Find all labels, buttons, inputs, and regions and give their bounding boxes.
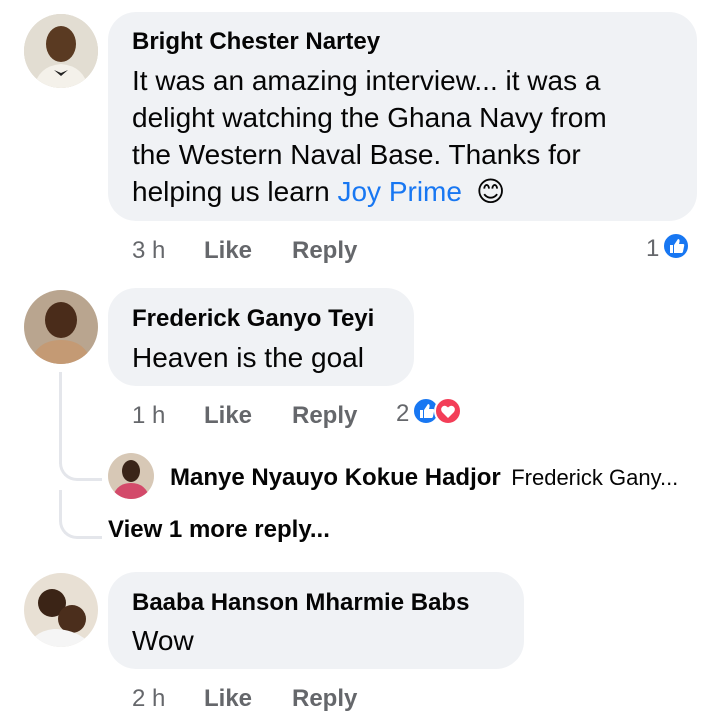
reply-author[interactable]: Manye Nyauyo Kokue Hadjor <box>170 464 501 491</box>
like-button[interactable]: Like <box>204 402 252 430</box>
comment-author[interactable]: Baaba Hanson Mharmie Babs <box>132 589 469 617</box>
love-icon <box>434 397 463 430</box>
avatar[interactable] <box>24 573 98 647</box>
like-button[interactable]: Like <box>204 237 252 265</box>
comment-text: Heaven is the goal <box>132 342 364 373</box>
reaction-count: 1 <box>646 234 660 262</box>
reaction-count: 2 <box>396 399 410 427</box>
reaction-summary[interactable]: 1 <box>646 232 691 265</box>
like-icon <box>662 232 691 265</box>
thread-connector <box>59 440 102 481</box>
view-more-replies-link[interactable]: View 1 more reply... <box>108 516 330 544</box>
thread-connector <box>59 490 102 539</box>
comment-text: Wow <box>132 625 194 656</box>
comment-text-line: helping us learn Joy Prime 😊 <box>132 173 692 210</box>
avatar[interactable] <box>24 290 98 364</box>
avatar[interactable] <box>24 14 98 88</box>
avatar[interactable] <box>108 453 154 499</box>
comment-text-line: It was an amazing interview... it was a <box>132 65 601 96</box>
mention-link[interactable]: Joy Prime <box>337 176 461 207</box>
reply-button[interactable]: Reply <box>292 237 357 265</box>
comment-text-fragment: helping us learn <box>132 176 338 207</box>
reply-button[interactable]: Reply <box>292 685 357 713</box>
comment-timestamp: 2 h <box>132 685 166 712</box>
comment-author[interactable]: Bright Chester Nartey <box>132 28 380 56</box>
reply-preview[interactable]: Manye Nyauyo Kokue Hadjor Frederick Gany… <box>170 464 678 492</box>
comment-text-line: delight watching the Ghana Navy from <box>132 102 607 133</box>
comment-timestamp: 3 h <box>132 237 166 264</box>
comment-text: It was an amazing interview... it was a … <box>132 62 692 210</box>
comment-author[interactable]: Frederick Ganyo Teyi <box>132 305 374 333</box>
comment-timestamp: 1 h <box>132 402 166 429</box>
reply-button[interactable]: Reply <box>292 402 357 430</box>
reaction-summary[interactable]: 2 <box>396 397 463 430</box>
smile-emoji-icon: 😊 <box>475 176 506 207</box>
reply-snippet: Frederick Gany... <box>511 465 679 490</box>
comment-text-line: the Western Naval Base. Thanks for <box>132 139 581 170</box>
like-button[interactable]: Like <box>204 685 252 713</box>
